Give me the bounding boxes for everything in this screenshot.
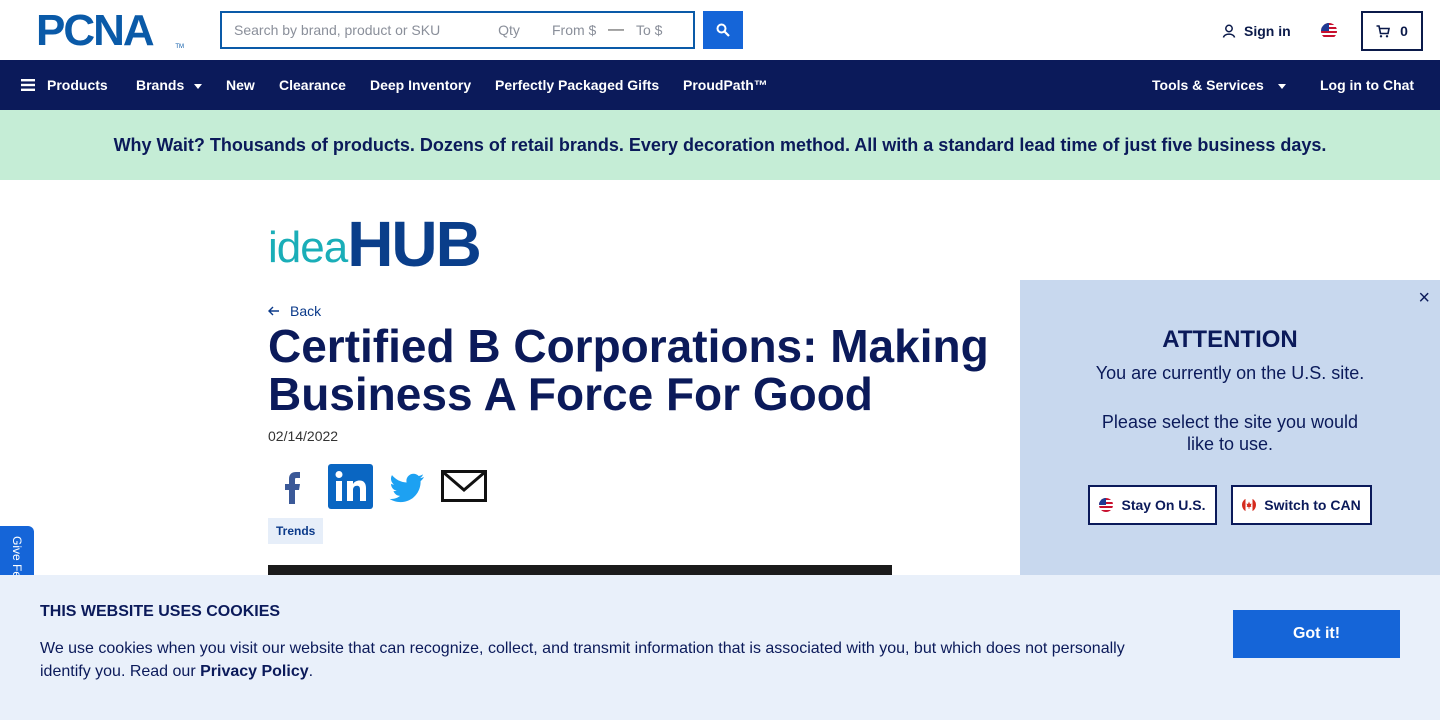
share-facebook[interactable]: [280, 464, 306, 513]
attention-title: ATTENTION: [1162, 326, 1298, 353]
quantity-input[interactable]: [478, 13, 540, 47]
linkedin-icon: [328, 464, 373, 509]
nav-new[interactable]: New: [226, 60, 255, 110]
main-nav: Products Brands New Clearance Deep Inven…: [0, 60, 1440, 110]
nav-proudpath[interactable]: ProudPath™: [683, 60, 768, 110]
switch-can-label: Switch to CAN: [1264, 497, 1361, 513]
nav-new-label: New: [226, 77, 255, 93]
nav-deep-inventory[interactable]: Deep Inventory: [370, 60, 471, 110]
nav-clearance-label: Clearance: [279, 77, 346, 93]
hamburger-icon: [21, 79, 35, 91]
chevron-down-icon: [1277, 84, 1286, 89]
site-selector-popup: × ATTENTION You are currently on the U.S…: [1020, 280, 1440, 580]
twitter-icon: [389, 473, 424, 503]
price-to-input[interactable]: [624, 13, 692, 47]
us-flag-icon: [1099, 498, 1114, 512]
cookie-banner: THIS WEBSITE USES COOKIES We use cookies…: [0, 575, 1440, 720]
logo-trademark: TM: [175, 44, 184, 50]
cookie-body: We use cookies when you visit our websit…: [40, 637, 1150, 683]
promo-banner-text: Why Wait? Thousands of products. Dozens …: [113, 134, 1327, 155]
tag-trends[interactable]: Trends: [268, 518, 324, 544]
privacy-policy-link[interactable]: Privacy Policy: [200, 663, 309, 680]
ideahub-logo[interactable]: idea HUB: [268, 208, 482, 280]
cart-button[interactable]: 0: [1361, 11, 1423, 51]
canada-flag-icon: [1242, 498, 1257, 512]
back-label: Back: [290, 303, 322, 319]
share-twitter[interactable]: [388, 464, 426, 513]
sign-in-label: Sign in: [1244, 23, 1291, 39]
nav-products[interactable]: Products: [21, 60, 108, 110]
us-flag-icon[interactable]: [1321, 23, 1337, 39]
sign-in-link[interactable]: Sign in: [1222, 20, 1291, 42]
stay-us-button[interactable]: Stay On U.S.: [1088, 485, 1217, 525]
cart-count: 0: [1400, 23, 1408, 39]
search-button[interactable]: [703, 11, 743, 49]
mail-icon: [441, 470, 487, 502]
ideahub-logo-idea: idea: [268, 223, 348, 272]
back-link[interactable]: Back: [268, 303, 321, 319]
nav-deep-inventory-label: Deep Inventory: [370, 77, 472, 93]
share-email[interactable]: [441, 464, 487, 513]
ideahub-logo-hub: HUB: [347, 208, 482, 280]
share-linkedin[interactable]: [328, 464, 373, 514]
price-range-dash: —: [608, 21, 624, 38]
switch-can-button[interactable]: Switch to CAN: [1231, 485, 1372, 525]
arrow-left-icon: [268, 306, 279, 316]
stay-us-label: Stay On U.S.: [1121, 497, 1206, 513]
pcna-logo[interactable]: PCNA TM: [36, 9, 184, 53]
top-header: PCNA TM — Sign in 0: [0, 0, 1440, 60]
search-icon: [716, 23, 730, 37]
nav-gifts-label: Perfectly Packaged Gifts: [495, 77, 660, 93]
nav-clearance[interactable]: Clearance: [279, 60, 346, 110]
cart-icon: [1376, 24, 1391, 37]
article-title: Certified B Corporations: Making Busines…: [268, 320, 989, 420]
user-icon: [1222, 24, 1236, 38]
nav-tools-services[interactable]: Tools & Services: [1152, 60, 1286, 110]
nav-proudpath-label: ProudPath™: [683, 77, 768, 93]
facebook-icon: [285, 472, 300, 504]
nav-tools-label: Tools & Services: [1152, 77, 1264, 93]
nav-brands-label: Brands: [136, 77, 185, 93]
logo-text: PCNA: [36, 6, 155, 55]
nav-gifts[interactable]: Perfectly Packaged Gifts: [495, 60, 659, 110]
article-date: 02/14/2022: [268, 428, 339, 444]
promo-banner: Why Wait? Thousands of products. Dozens …: [0, 110, 1440, 180]
search-input[interactable]: [222, 13, 478, 47]
chevron-down-icon: [194, 84, 203, 89]
nav-products-label: Products: [47, 77, 108, 93]
attention-current-site: You are currently on the U.S. site.: [1095, 363, 1365, 383]
nav-brands[interactable]: Brands: [136, 60, 203, 110]
price-from-input[interactable]: [540, 13, 608, 47]
search-bar: —: [220, 11, 695, 49]
nav-chat-label: Log in to Chat: [1320, 77, 1415, 93]
cookie-title: THIS WEBSITE USES COOKIES: [40, 603, 281, 620]
attention-instruction: Please select the site you would like to…: [1101, 412, 1359, 454]
cookie-body-period: .: [308, 663, 314, 680]
nav-chat-login[interactable]: Log in to Chat: [1320, 60, 1414, 110]
cookie-accept-button[interactable]: Got it!: [1233, 610, 1400, 658]
close-icon[interactable]: ×: [1418, 288, 1430, 308]
